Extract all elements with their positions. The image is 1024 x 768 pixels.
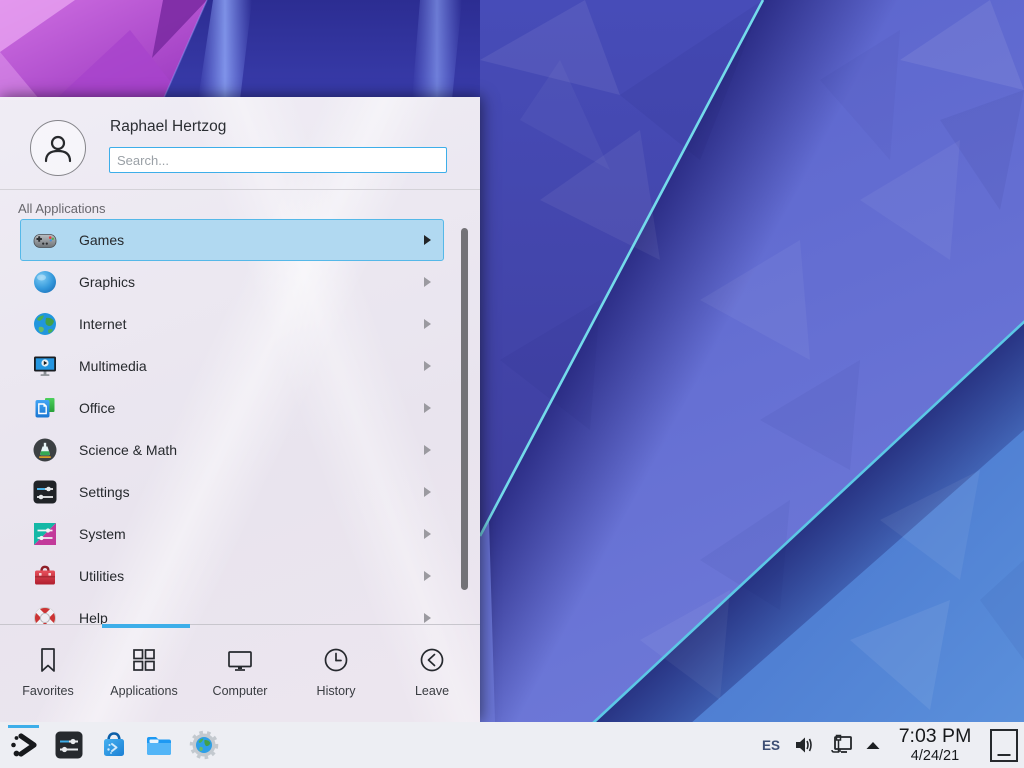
category-row-graphics[interactable]: Graphics (20, 261, 444, 303)
taskbar-panel: ES 7:03 PM 4/24/21 (0, 722, 1024, 768)
dolphin-icon[interactable] (143, 729, 175, 761)
category-row-help[interactable]: Help (20, 597, 444, 624)
system-monitor-icon (31, 520, 59, 548)
system-tray: ES 7:03 PM 4/24/21 (762, 722, 1018, 768)
tab-history[interactable]: History (288, 625, 384, 722)
toolbox-icon (31, 562, 59, 590)
globe-icon (31, 310, 59, 338)
tab-computer[interactable]: Computer (192, 625, 288, 722)
launcher-tab-bar: Favorites Applications (0, 624, 480, 722)
computer-icon (225, 645, 255, 675)
category-label: Settings (79, 484, 424, 500)
section-label: All Applications (18, 201, 105, 216)
application-menu-icon[interactable] (8, 729, 40, 761)
category-row-utilities[interactable]: Utilities (20, 555, 444, 597)
network-icon[interactable] (828, 733, 853, 757)
digital-clock[interactable]: 7:03 PM 4/24/21 (893, 727, 977, 764)
submenu-arrow-icon (424, 613, 431, 623)
submenu-arrow-icon (424, 277, 431, 287)
search-input[interactable] (109, 147, 447, 173)
active-launcher-indicator (8, 725, 39, 728)
flask-icon (31, 436, 59, 464)
category-label: Internet (79, 316, 424, 332)
clock-icon (321, 645, 351, 675)
category-row-multimedia[interactable]: Multimedia (20, 345, 444, 387)
category-label: Graphics (79, 274, 424, 290)
monitor-play-icon (31, 352, 59, 380)
keyboard-layout-indicator[interactable]: ES (762, 738, 780, 753)
sliders-icon (31, 478, 59, 506)
lifebuoy-icon (31, 604, 59, 624)
tab-favorites[interactable]: Favorites (0, 625, 96, 722)
tab-label: History (317, 684, 356, 698)
tab-label: Computer (213, 684, 268, 698)
caret-up-icon[interactable] (866, 741, 880, 750)
submenu-arrow-icon (424, 319, 431, 329)
gamepad-icon (31, 226, 59, 254)
launcher-header: Raphael Hertzog (0, 97, 480, 190)
tab-leave[interactable]: Leave (384, 625, 480, 722)
submenu-arrow-icon (424, 403, 431, 413)
tab-label: Leave (415, 684, 449, 698)
submenu-arrow-icon (424, 571, 431, 581)
category-row-internet[interactable]: Internet (20, 303, 444, 345)
panel-launchers (8, 729, 220, 761)
tab-label: Favorites (22, 684, 73, 698)
category-label: Multimedia (79, 358, 424, 374)
submenu-arrow-icon (424, 529, 431, 539)
show-desktop-glyph (998, 754, 1011, 756)
discover-icon[interactable] (98, 729, 130, 761)
submenu-arrow-icon (424, 445, 431, 455)
category-row-science-math[interactable]: Science & Math (20, 429, 444, 471)
desktop: Raphael Hertzog All Applications (0, 0, 1024, 768)
submenu-arrow-icon (424, 487, 431, 497)
application-launcher: Raphael Hertzog All Applications (0, 97, 480, 722)
tab-label: Applications (110, 684, 177, 698)
category-row-settings[interactable]: Settings (20, 471, 444, 513)
category-row-office[interactable]: Office (20, 387, 444, 429)
clock-date: 4/24/21 (893, 749, 977, 764)
category-label: Games (79, 232, 424, 248)
clock-time: 7:03 PM (893, 727, 977, 747)
category-label: Office (79, 400, 424, 416)
leave-icon (417, 645, 447, 675)
tab-applications[interactable]: Applications (96, 625, 192, 722)
list-scrollbar[interactable] (461, 228, 468, 590)
category-label: Science & Math (79, 442, 424, 458)
category-label: Help (79, 610, 424, 624)
sphere-icon (31, 268, 59, 296)
category-row-system[interactable]: System (20, 513, 444, 555)
show-desktop-button[interactable] (990, 729, 1018, 762)
documents-icon (31, 394, 59, 422)
volume-icon[interactable] (793, 734, 815, 756)
konqueror-icon[interactable] (188, 729, 220, 761)
grid-icon (129, 645, 159, 675)
user-avatar[interactable] (30, 120, 86, 176)
category-row-games[interactable]: Games (20, 219, 444, 261)
bookmark-icon (33, 645, 63, 675)
application-category-list: Games Graphics (20, 219, 444, 624)
category-label: Utilities (79, 568, 424, 584)
submenu-arrow-icon (424, 361, 431, 371)
category-label: System (79, 526, 424, 542)
user-icon (41, 131, 75, 165)
active-tab-indicator (102, 624, 190, 628)
system-settings-icon[interactable] (53, 729, 85, 761)
submenu-arrow-icon (424, 235, 431, 245)
user-name: Raphael Hertzog (110, 118, 226, 136)
